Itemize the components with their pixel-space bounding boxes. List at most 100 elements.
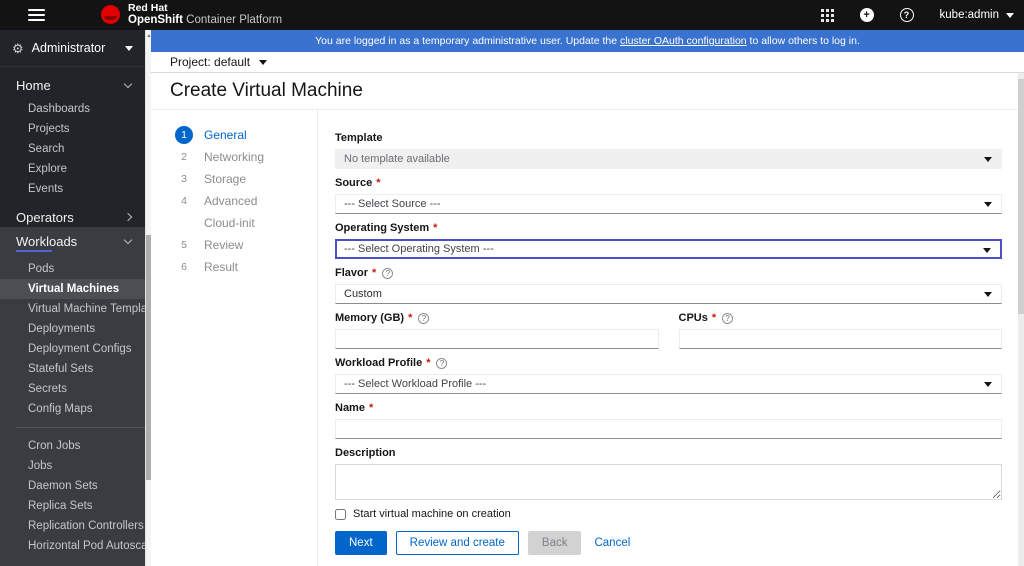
sidebar-item-replica-sets[interactable]: Replica Sets — [0, 496, 145, 516]
required-asterisk: * — [368, 402, 374, 414]
active-section-underline — [16, 250, 52, 252]
workload-profile-label: Workload Profile * ? — [335, 357, 1002, 370]
start-on-creation-label: Start virtual machine on creation — [353, 508, 511, 520]
banner-text-after: to allow others to log in. — [746, 35, 860, 47]
wizard-step-result[interactable]: 6 Result — [151, 256, 317, 278]
sidebar-item-search[interactable]: Search — [0, 139, 145, 159]
main-content: You are logged in as a temporary adminis… — [151, 30, 1024, 566]
sidebar-item-jobs[interactable]: Jobs — [0, 456, 145, 476]
memory-label: Memory (GB) * ? — [335, 312, 659, 325]
source-label: Source * — [335, 177, 381, 189]
sidebar-item-explore[interactable]: Explore — [0, 159, 145, 179]
memory-input[interactable] — [335, 329, 659, 349]
wizard-footer: Next Review and create Back Cancel — [335, 531, 1002, 555]
wizard-step-storage[interactable]: 3 Storage — [151, 168, 317, 190]
wizard-step-networking[interactable]: 2 Networking — [151, 146, 317, 168]
select-caret-icon — [984, 157, 992, 162]
workload-profile-select[interactable]: --- Select Workload Profile --- — [335, 374, 1002, 394]
flavor-help-icon[interactable]: ? — [382, 268, 394, 279]
sidebar-item-stateful-sets[interactable]: Stateful Sets — [0, 359, 145, 379]
masthead: Red Hat OpenShift Container Platform + ?… — [0, 0, 1024, 30]
quick-create-plus-icon[interactable]: + — [859, 8, 874, 22]
description-textarea[interactable] — [335, 464, 1002, 500]
required-asterisk: * — [711, 312, 717, 324]
name-input[interactable] — [335, 419, 1002, 439]
username: kube:admin — [939, 9, 999, 21]
perspective-label: Administrator — [31, 41, 106, 55]
sidebar-item-cron-jobs[interactable]: Cron Jobs — [0, 436, 145, 456]
sidebar-item-pods[interactable]: Pods — [0, 259, 145, 279]
sidebar-item-virtual-machines[interactable]: Virtual Machines — [0, 279, 145, 299]
sidebar: ⚙ Administrator Home Dashboards Projects… — [0, 30, 145, 566]
template-select[interactable]: No template available — [335, 149, 1002, 169]
start-on-creation-checkbox[interactable] — [335, 508, 346, 520]
nav-toggle-hamburger-icon[interactable] — [28, 9, 45, 21]
content-scrollbar-track — [1018, 73, 1024, 566]
operating-system-label: Operating System * — [335, 222, 438, 234]
memory-help-icon[interactable]: ? — [418, 313, 430, 324]
nav-group-home[interactable]: Home — [0, 71, 145, 99]
brand-redhat-text: Red Hat — [128, 2, 168, 15]
back-button[interactable]: Back — [527, 531, 582, 555]
wizard-step-review[interactable]: 5 Review — [151, 234, 317, 256]
create-vm-wizard: 1 General 2 Networking 3 Storage 4 Advan… — [151, 110, 1024, 566]
chevron-down-icon — [123, 79, 133, 88]
content-scrollbar-thumb[interactable] — [1018, 79, 1024, 314]
start-on-creation-row: Start virtual machine on creation — [335, 508, 1002, 520]
source-select[interactable]: --- Select Source --- — [335, 194, 1002, 214]
flavor-select[interactable]: Custom — [335, 284, 1002, 304]
sidebar-item-dashboards[interactable]: Dashboards — [0, 99, 145, 119]
cpus-label: CPUs * ? — [679, 312, 1003, 325]
sidebar-item-events[interactable]: Events — [0, 179, 145, 199]
project-selector[interactable]: Project: default — [151, 52, 1024, 73]
template-label: Template — [335, 132, 383, 144]
description-label: Description — [335, 447, 396, 459]
app-launcher-grid-icon[interactable] — [820, 8, 834, 22]
select-caret-icon — [984, 292, 992, 297]
sidebar-item-deployments[interactable]: Deployments — [0, 319, 145, 339]
nav-divider — [16, 427, 145, 428]
required-asterisk: * — [433, 222, 438, 234]
general-step-form: Template No template available Source * … — [318, 110, 1024, 566]
wizard-step-general[interactable]: 1 General — [151, 124, 317, 146]
sidebar-item-projects[interactable]: Projects — [0, 119, 145, 139]
perspective-caret-icon — [125, 45, 133, 51]
sidebar-item-secrets[interactable]: Secrets — [0, 379, 145, 399]
cluster-oauth-configuration-link[interactable]: cluster OAuth configuration — [620, 35, 747, 47]
name-label: Name * — [335, 402, 374, 414]
gear-icon: ⚙ — [12, 40, 24, 56]
sidebar-item-config-maps[interactable]: Config Maps — [0, 399, 145, 419]
nav-section-workloads: Workloads Pods Virtual Machines Virtual … — [0, 227, 145, 566]
nav-section-home: Home Dashboards Projects Search Explore … — [0, 67, 145, 207]
redhat-logo-icon — [101, 5, 120, 25]
required-asterisk: * — [426, 357, 431, 369]
sidebar-item-deployment-configs[interactable]: Deployment Configs — [0, 339, 145, 359]
cpus-input[interactable] — [678, 329, 1002, 349]
sidebar-item-horizontal-pod-autoscalers[interactable]: Horizontal Pod Autoscalers — [0, 536, 145, 556]
chevron-right-icon — [123, 212, 133, 222]
cpus-help-icon[interactable]: ? — [722, 313, 734, 324]
wizard-step-advanced[interactable]: 4 Advanced — [151, 190, 317, 212]
user-menu[interactable]: kube:admin — [940, 9, 1014, 21]
help-question-icon[interactable]: ? — [899, 8, 914, 22]
brand-product-text: OpenShift Container Platform — [128, 14, 283, 27]
user-menu-caret-icon — [1006, 12, 1014, 18]
workload-profile-help-icon[interactable]: ? — [436, 358, 448, 369]
wizard-step-cloud-init[interactable]: Cloud-init — [151, 212, 317, 234]
sidebar-item-replication-controllers[interactable]: Replication Controllers — [0, 516, 145, 536]
brand-logo[interactable]: Red Hat OpenShift Container Platform — [101, 2, 283, 27]
sidebar-item-virtual-machine-templates[interactable]: Virtual Machine Templates — [0, 299, 145, 319]
operating-system-select[interactable]: --- Select Operating System --- — [335, 239, 1002, 259]
nav-group-operators[interactable]: Operators — [0, 207, 145, 227]
perspective-switcher[interactable]: ⚙ Administrator — [0, 30, 145, 67]
sidebar-item-daemon-sets[interactable]: Daemon Sets — [0, 476, 145, 496]
review-and-create-button[interactable]: Review and create — [395, 531, 519, 555]
cancel-button[interactable]: Cancel — [590, 532, 634, 554]
next-button[interactable]: Next — [335, 531, 387, 555]
banner-text-before: You are logged in as a temporary adminis… — [315, 35, 620, 47]
select-caret-icon — [983, 248, 991, 253]
select-caret-icon — [984, 202, 992, 207]
required-asterisk: * — [408, 312, 413, 324]
flavor-label: Flavor * ? — [335, 267, 1002, 280]
title-bar: Create Virtual Machine — [151, 73, 1024, 110]
